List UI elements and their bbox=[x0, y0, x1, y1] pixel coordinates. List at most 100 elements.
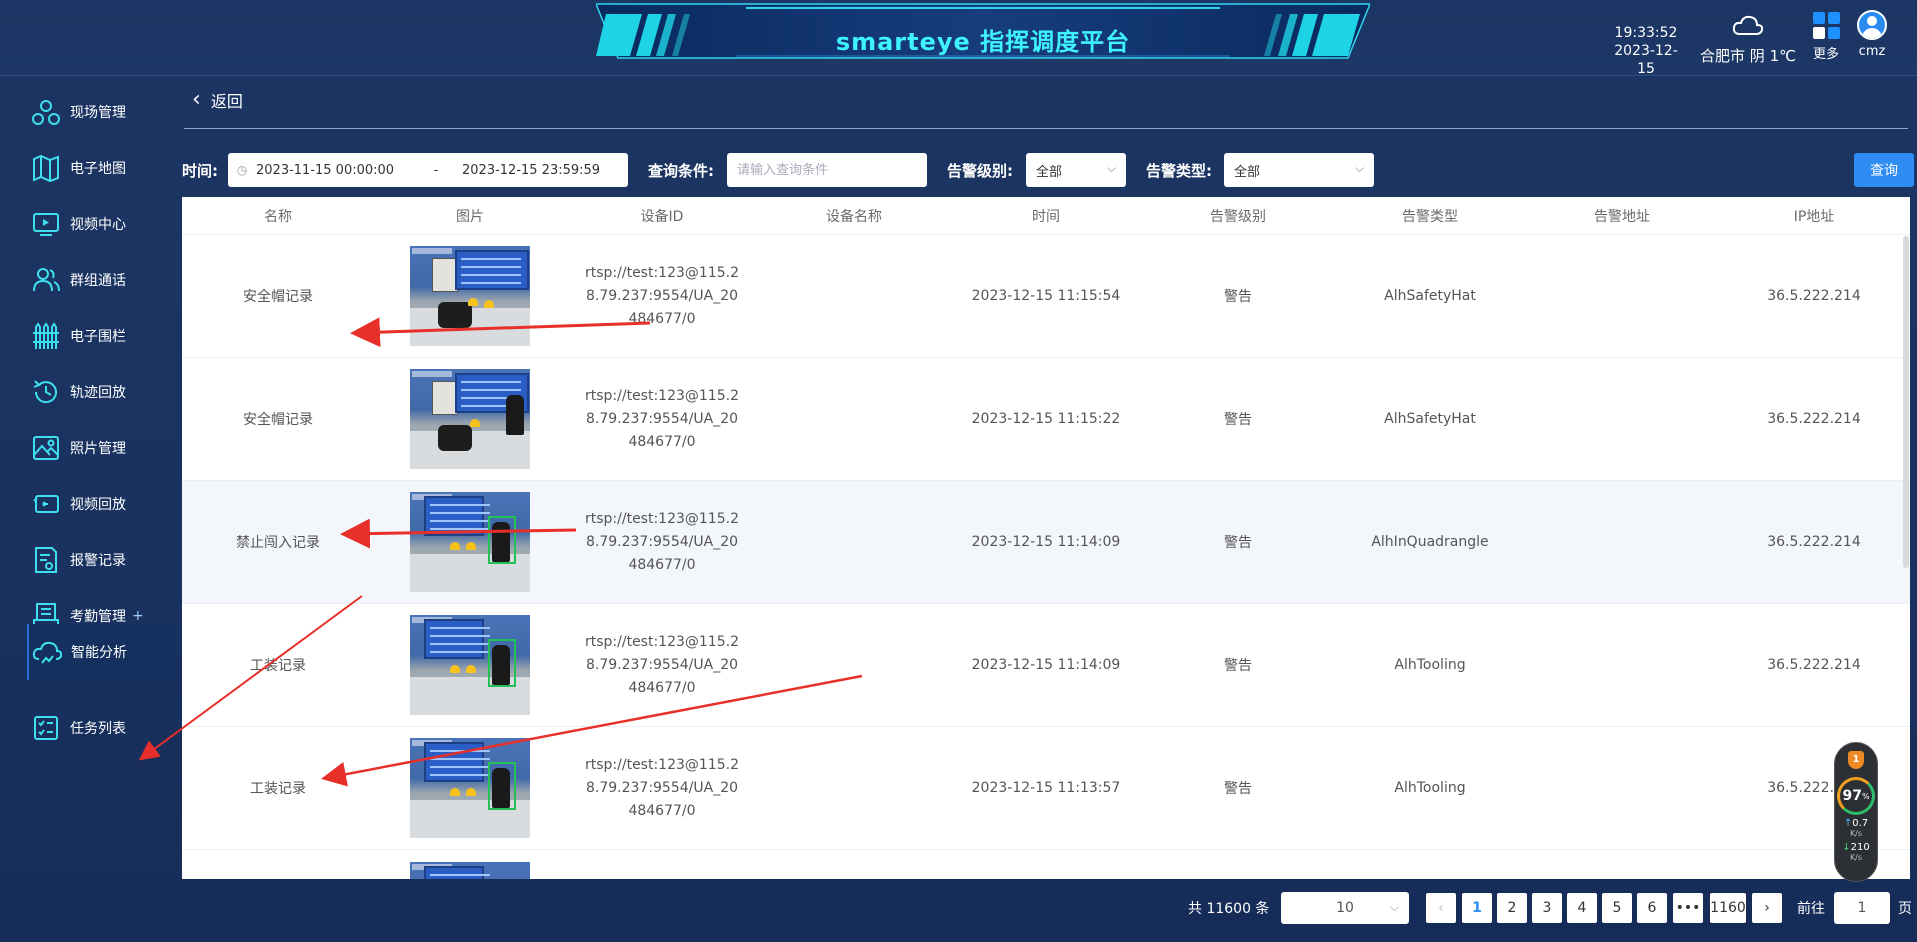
sidebar-item-label: 电子围栏 bbox=[70, 329, 126, 345]
table-row[interactable]: 安全帽记录 rtsp://test:123@115.28.79.237:9554/… bbox=[182, 235, 1910, 358]
table-header: 名称 图片 设备ID 设备名称 时间 告警级别 告警类型 告警地址 IP地址 bbox=[182, 197, 1910, 235]
date-range-picker[interactable]: ◷ 2023-11-15 00:00:00 - 2023-12-15 23:59… bbox=[228, 153, 628, 187]
sidebar-item-ai-analysis[interactable]: 智能分析 bbox=[27, 624, 177, 680]
cell-ip: 36.5.222.214 bbox=[1767, 288, 1861, 304]
page-button[interactable]: 1 bbox=[1462, 893, 1492, 923]
cell-time: 2023-12-15 11:15:22 bbox=[971, 411, 1121, 427]
sidebar-item-video[interactable]: 视频中心 bbox=[28, 196, 178, 252]
page-button-last[interactable]: 1160 bbox=[1710, 893, 1746, 923]
page-size-select[interactable]: 10 ⌵ bbox=[1281, 892, 1409, 924]
more-pages-button[interactable]: ••• bbox=[1673, 893, 1703, 923]
clock-time: 19:33:52 bbox=[1614, 25, 1678, 41]
cell-device-id: rtsp://test:123@115.28.79.237:9554/UA_20… bbox=[585, 510, 739, 573]
usage-percent: 97 bbox=[1842, 788, 1862, 804]
alarm-snapshot-image[interactable] bbox=[410, 738, 530, 838]
table-row[interactable]: 安全帽记录 rtsp://test:123@115.28.79.237:9554/… bbox=[182, 358, 1910, 481]
user-menu[interactable]: cmz bbox=[1852, 10, 1892, 59]
goto-page-input[interactable]: 1 bbox=[1834, 892, 1890, 924]
history-icon bbox=[28, 374, 64, 410]
sidebar-item-task-list[interactable]: 任务列表 bbox=[28, 700, 178, 756]
sidebar-item-map[interactable]: 电子地图 bbox=[28, 140, 178, 196]
page-button[interactable]: 2 bbox=[1497, 893, 1527, 923]
back-label: 返回 bbox=[210, 92, 243, 111]
sidebar-item-label: 报警记录 bbox=[70, 553, 126, 569]
vertical-scrollbar[interactable] bbox=[1903, 236, 1909, 568]
sidebar-item-scene[interactable]: 现场管理 bbox=[28, 84, 178, 140]
download-speed: ↓210 K/s bbox=[1835, 843, 1877, 863]
alarm-snapshot-image[interactable] bbox=[410, 369, 530, 469]
sidebar-item-label: 现场管理 bbox=[70, 105, 126, 121]
more-button[interactable]: 更多 bbox=[1806, 12, 1846, 62]
page-button[interactable]: 5 bbox=[1602, 893, 1632, 923]
fence-icon bbox=[28, 318, 64, 354]
cell-type: AlhSafetyHat bbox=[1384, 411, 1476, 427]
type-select[interactable]: 全部 ⌵ bbox=[1224, 153, 1374, 187]
query-input[interactable] bbox=[727, 153, 927, 187]
map-icon bbox=[28, 150, 64, 186]
more-label: 更多 bbox=[1812, 47, 1839, 62]
search-button[interactable]: 查询 bbox=[1854, 153, 1914, 187]
alarm-snapshot-image[interactable] bbox=[410, 862, 530, 879]
table-row[interactable]: 禁止闯入记录 rtsp://test:123@115.28.79.237:9554… bbox=[182, 481, 1910, 604]
cell-image bbox=[374, 727, 566, 849]
alarm-snapshot-image[interactable] bbox=[410, 615, 530, 715]
playback-icon bbox=[28, 486, 64, 522]
cell-address bbox=[1526, 235, 1718, 357]
alarm-record-icon bbox=[28, 542, 64, 578]
table-row[interactable]: 工装记录 rtsp://test:123@115.28.79.237:9554/U… bbox=[182, 604, 1910, 727]
cell-address bbox=[1526, 604, 1718, 726]
column-header: 名称 bbox=[264, 208, 292, 225]
table-row[interactable] bbox=[182, 850, 1910, 879]
sidebar: 现场管理 电子地图 视频中心 群组通话 电子围栏 轨迹回放 照片管理 视频回放 … bbox=[0, 76, 180, 942]
type-value: 全部 bbox=[1234, 164, 1261, 180]
page-size-value: 10 bbox=[1336, 900, 1354, 916]
prev-page-button[interactable]: ‹ bbox=[1426, 893, 1456, 923]
page-button[interactable]: 4 bbox=[1567, 893, 1597, 923]
expand-plus-icon[interactable]: + bbox=[132, 608, 144, 624]
table-body: 安全帽记录 rtsp://test:123@115.28.79.237:9554/… bbox=[182, 235, 1910, 879]
table-row[interactable]: 工装记录 rtsp://test:123@115.28.79.237:9554/U… bbox=[182, 727, 1910, 850]
cell-image bbox=[374, 481, 566, 603]
next-page-button[interactable]: › bbox=[1752, 893, 1782, 923]
arrow-down-icon: ↓ bbox=[1842, 842, 1851, 853]
sidebar-item-fence[interactable]: 电子围栏 bbox=[28, 308, 178, 364]
sidebar-item-label: 智能分析 bbox=[71, 645, 127, 661]
sidebar-item-alarm-record[interactable]: 报警记录 bbox=[28, 532, 178, 588]
cell-device-name bbox=[758, 358, 950, 480]
back-button[interactable]: ‹ 返回 bbox=[192, 88, 243, 112]
sidebar-item-label: 任务列表 bbox=[70, 721, 126, 737]
cell-address bbox=[1526, 358, 1718, 480]
cell-time: 2023-12-15 11:14:09 bbox=[971, 534, 1121, 550]
sidebar-item-group-call[interactable]: 群组通话 bbox=[28, 252, 178, 308]
sidebar-item-playback[interactable]: 视频回放 bbox=[28, 476, 178, 532]
cell-type: AlhInQuadrangle bbox=[1371, 534, 1489, 550]
chevron-down-icon: ⌵ bbox=[1389, 900, 1399, 914]
cell-name: 工装记录 bbox=[250, 658, 306, 674]
type-label: 告警类型: bbox=[1146, 162, 1212, 180]
sidebar-item-label: 照片管理 bbox=[70, 441, 126, 457]
memory-usage-ring: 97% bbox=[1837, 777, 1875, 815]
end-date[interactable]: 2023-12-15 23:59:59 bbox=[456, 163, 606, 178]
alarm-snapshot-image[interactable] bbox=[410, 246, 530, 346]
column-header: 时间 bbox=[1032, 208, 1060, 225]
download-value: 210 bbox=[1850, 842, 1870, 853]
page-button[interactable]: 6 bbox=[1637, 893, 1667, 923]
cell-image bbox=[374, 604, 566, 726]
alarm-snapshot-image[interactable] bbox=[410, 492, 530, 592]
upload-value: 0.7 bbox=[1852, 818, 1869, 829]
pagination: 共 11600 条 10 ⌵ ‹ 123456 ••• 1160 › 前往 1 … bbox=[0, 890, 1917, 924]
start-date[interactable]: 2023-11-15 00:00:00 bbox=[256, 163, 416, 178]
goto-label: 前往 bbox=[1797, 901, 1825, 917]
cell-ip: 36.5.222.214 bbox=[1767, 411, 1861, 427]
group-icon bbox=[28, 262, 64, 298]
speed-unit: K/s bbox=[1849, 853, 1863, 862]
system-monitor-widget[interactable]: 1 97% ↑0.7 K/s ↓210 K/s bbox=[1834, 742, 1878, 882]
page-button[interactable]: 3 bbox=[1532, 893, 1562, 923]
column-header: IP地址 bbox=[1793, 208, 1835, 225]
query-label: 查询条件: bbox=[648, 162, 714, 180]
level-select[interactable]: 全部 ⌵ bbox=[1026, 153, 1126, 187]
sidebar-item-photo[interactable]: 照片管理 bbox=[28, 420, 178, 476]
column-header: 告警地址 bbox=[1594, 208, 1650, 225]
sidebar-item-track[interactable]: 轨迹回放 bbox=[28, 364, 178, 420]
ai-analysis-icon bbox=[29, 634, 65, 670]
